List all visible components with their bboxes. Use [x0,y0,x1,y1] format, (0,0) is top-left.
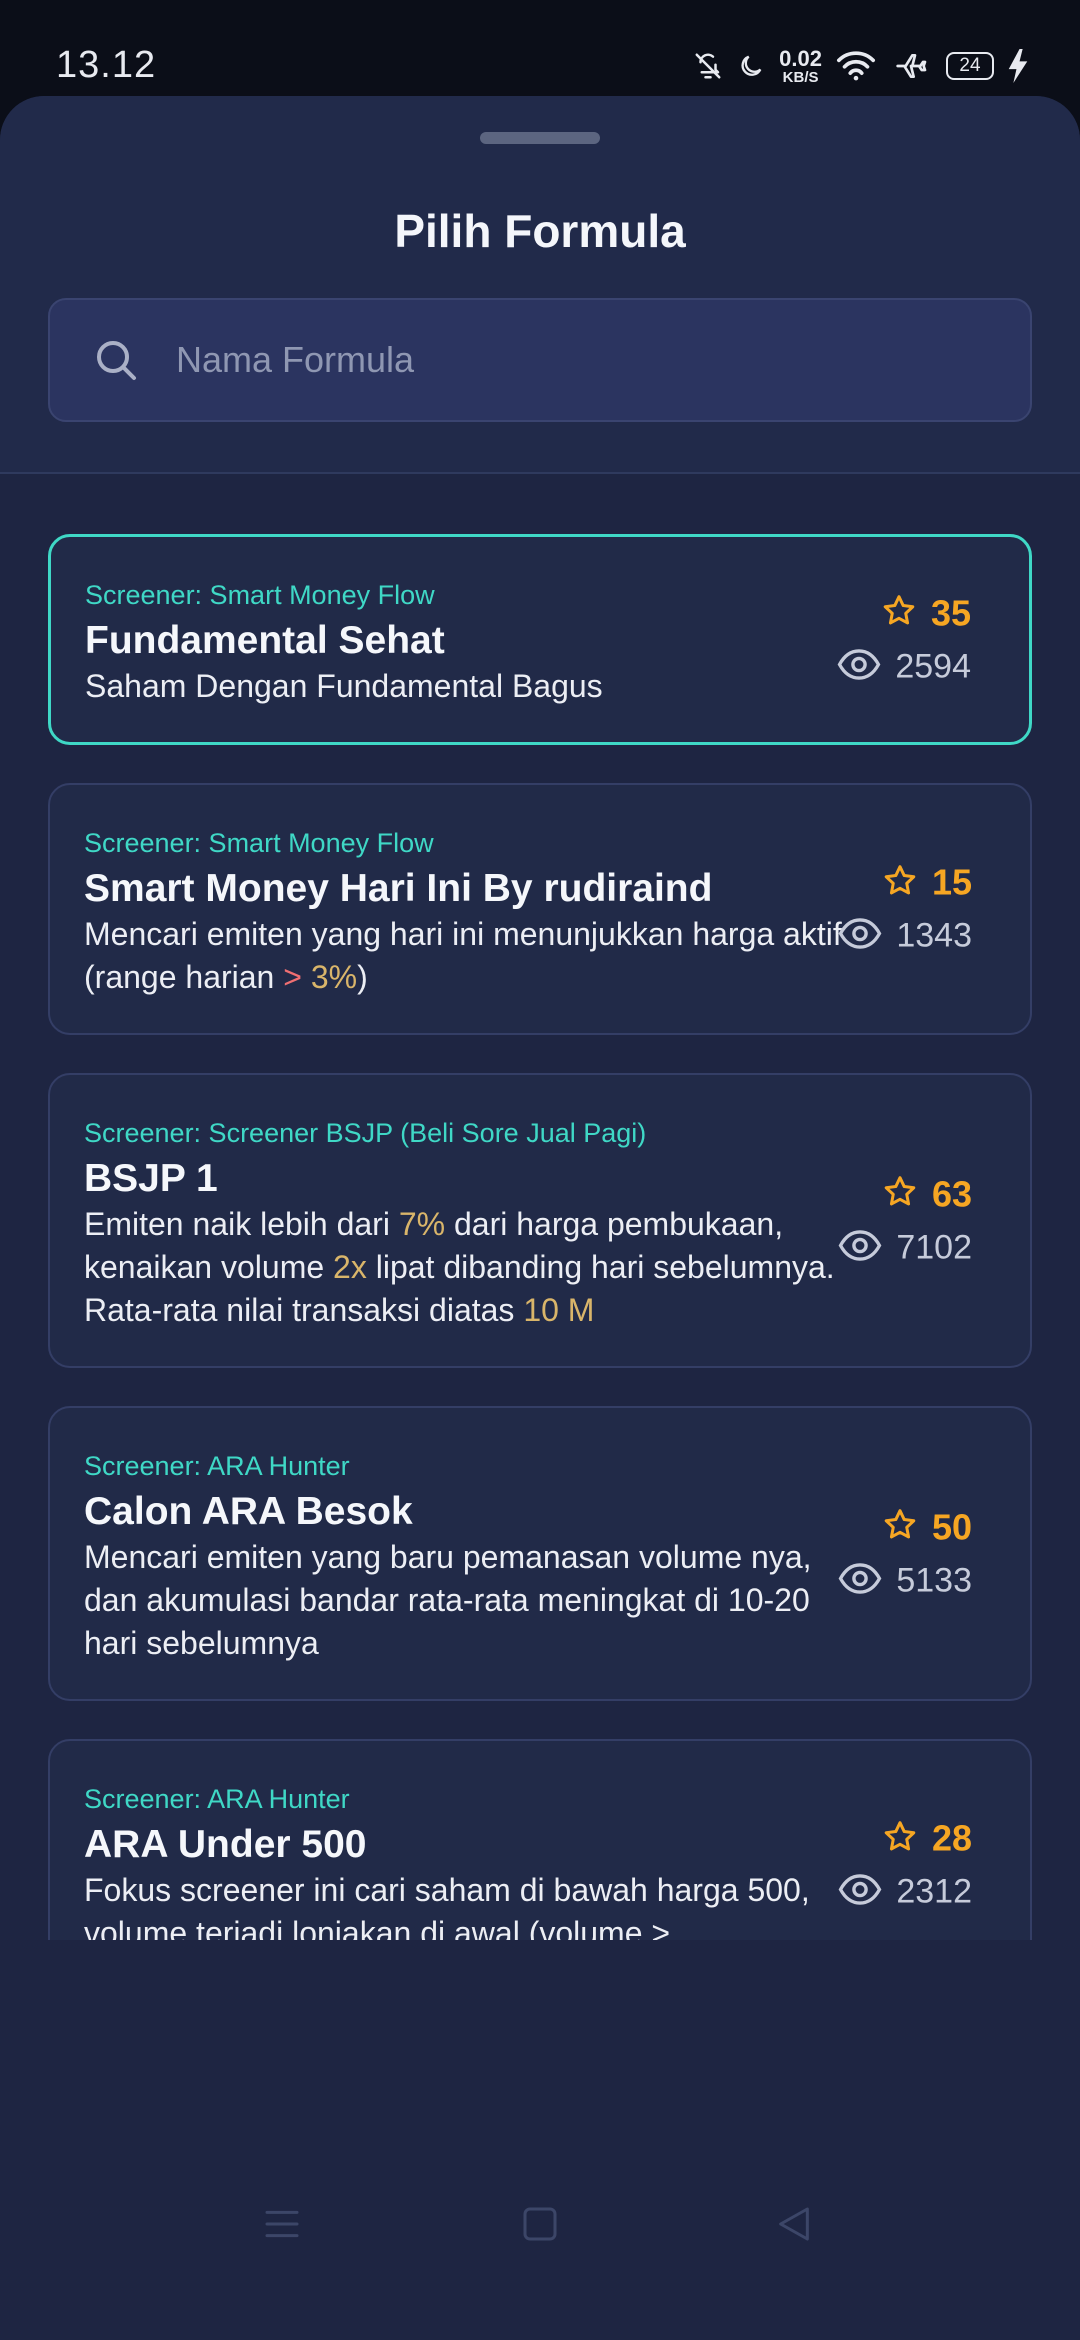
star-icon [882,1818,918,1859]
rating-row: 15 [882,862,972,904]
airplane-icon [890,50,932,82]
description-text: Mencari emiten yang hari ini menunjukkan… [84,916,842,995]
formula-description: Mencari emiten yang hari ini menunjukkan… [84,913,854,999]
formula-card-body: Screener: Screener BSJP (Beli Sore Jual … [84,1115,854,1332]
description-highlight: 10 M [523,1292,595,1328]
navigation-bar [0,2200,1080,2340]
eye-icon [838,916,882,957]
formula-stats: 28 2312 [838,1818,972,1913]
formula-stats: 15 1343 [838,862,972,957]
star-icon [882,1174,918,1215]
net-speed-value: 0.02 [779,45,822,71]
formula-card[interactable]: Screener: Smart Money Flow Smart Money Ha… [48,783,1032,1035]
description-highlight: > [283,959,311,995]
views-row: 2312 [838,1872,972,1913]
views-row: 7102 [838,1227,972,1268]
home-icon[interactable] [520,2204,560,2249]
status-time: 13.12 [56,44,157,86]
description-text: ) [357,959,368,995]
view-count: 7102 [896,1228,972,1266]
search-icon [92,336,140,384]
search-box[interactable] [48,298,1032,422]
formula-card[interactable]: Screener: ARA Hunter Calon ARA Besok Menca… [48,1406,1032,1701]
battery-icon: 24 [946,52,994,80]
formula-name: Fundamental Sehat [85,619,445,662]
search-input[interactable] [176,300,1030,420]
rating-count: 28 [931,1817,972,1859]
description-highlight: 3% [310,959,358,995]
net-speed: 0.02 KB/S [779,45,822,86]
description-text: Mencari emiten yang baru pemanasan volum… [84,1539,812,1661]
eye-icon [838,1872,882,1913]
formula-card-body: Screener: ARA Hunter ARA Under 500 Fokus s… [84,1781,854,1940]
mute-icon [693,50,723,82]
drag-handle[interactable] [480,132,600,144]
formula-card-body: Screener: Smart Money Flow Fundamental Se… [85,577,855,708]
description-highlight: 7% [398,1206,446,1242]
formula-card-body: Screener: Smart Money Flow Smart Money Ha… [84,825,854,999]
status-icons: 0.02 KB/S 24 [693,44,1028,88]
formula-stats: 35 2594 [837,592,971,687]
formula-card[interactable]: Screener: Smart Money Flow Fundamental Se… [48,534,1032,745]
rating-count: 63 [931,1173,972,1214]
formula-stats: 50 5133 [838,1506,972,1601]
star-icon [882,862,918,903]
sheet-title: Pilih Formula [394,205,686,257]
star-icon [881,593,917,634]
formula-name: ARA Under 500 [84,1823,367,1866]
screener-label: Screener: ARA Hunter [84,1451,350,1481]
status-bar: 13.12 0.02 KB/S 24 [0,0,1080,96]
sheet-header: Pilih Formula [0,96,1080,474]
description-text: Fokus screener ini cari saham di bawah h… [84,1872,810,1940]
rating-count: 15 [931,861,972,903]
star-icon [882,1507,918,1548]
screener-label: Screener: Screener BSJP (Beli Sore Jual … [84,1118,647,1148]
rating-row: 50 [882,1506,972,1548]
view-count: 2312 [896,1872,972,1911]
description-text: Saham Dengan Fundamental Bagus [85,668,603,704]
charging-icon [1008,49,1028,83]
screener-label: Screener: ARA Hunter [84,1784,350,1814]
wifi-icon [836,50,876,82]
formula-description: Fokus screener ini cari saham di bawah h… [84,1869,854,1940]
eye-icon [838,1227,882,1268]
view-count: 2594 [895,647,971,685]
formula-card-body: Screener: ARA Hunter Calon ARA Besok Menca… [84,1448,854,1665]
rating-row: 63 [882,1173,972,1215]
formula-card[interactable]: Screener: ARA Hunter ARA Under 500 Fokus s… [48,1739,1032,1940]
rating-count: 50 [931,1506,972,1547]
formula-sheet: Pilih Formula Screener: Smart Money Flow… [0,96,1080,2340]
formula-description: Saham Dengan Fundamental Bagus [85,665,855,708]
formula-stats: 63 7102 [838,1173,972,1268]
rating-row: 35 [881,592,971,634]
screener-label: Screener: Smart Money Flow [85,580,435,610]
views-row: 2594 [837,646,971,687]
view-count: 5133 [896,1561,972,1599]
eye-icon [838,1560,882,1601]
eye-icon [837,646,881,687]
back-icon[interactable] [774,2204,814,2249]
moon-icon [737,51,765,81]
rating-count: 35 [930,592,971,633]
rating-row: 28 [882,1818,972,1860]
screener-label: Screener: Smart Money Flow [84,828,434,858]
views-row: 1343 [838,916,972,957]
description-text: Emiten naik lebih dari [84,1206,399,1242]
formula-list[interactable]: Screener: Smart Money Flow Fundamental Se… [48,534,1032,1940]
description-highlight: 2x [333,1249,367,1285]
formula-name: BSJP 1 [84,1157,218,1200]
formula-name: Smart Money Hari Ini By rudiraind [84,867,713,910]
menu-icon[interactable] [262,2204,302,2249]
formula-name: Calon ARA Besok [84,1490,413,1533]
formula-card[interactable]: Screener: Screener BSJP (Beli Sore Jual … [48,1073,1032,1368]
formula-description: Emiten naik lebih dari 7% dari harga pem… [84,1203,854,1332]
net-speed-unit: KB/S [782,68,819,86]
views-row: 5133 [838,1560,972,1601]
formula-description: Mencari emiten yang baru pemanasan volum… [84,1536,854,1665]
view-count: 1343 [896,916,972,955]
